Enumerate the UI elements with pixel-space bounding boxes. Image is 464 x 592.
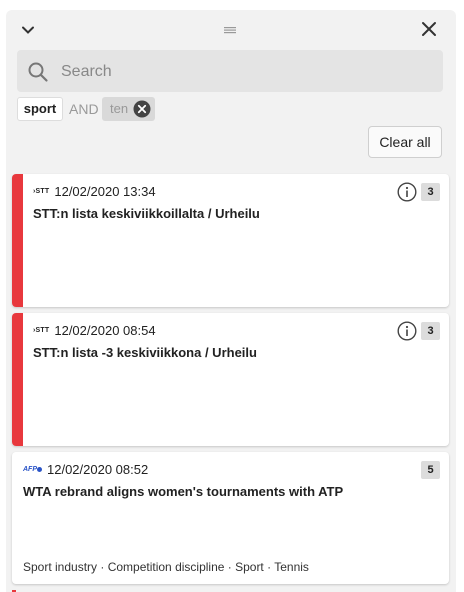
filter-operator: AND (69, 101, 99, 117)
news-title: STT:n lista -3 keskiviikkona / Urheilu (33, 345, 257, 360)
filter-chip-label: ten (110, 101, 129, 116)
filter-chip-sport[interactable]: sport (17, 97, 63, 121)
search-icon (28, 62, 48, 82)
monitoring-panel: sport AND ten Clear all ›STT 12/02/2020 1… (6, 10, 456, 592)
stt-logo: ›STT (33, 188, 50, 196)
close-icon[interactable] (420, 20, 438, 38)
search-box (17, 50, 443, 94)
news-date: 12/02/2020 08:52 (47, 462, 149, 478)
news-meta: ›STT 12/02/2020 13:34 (33, 183, 156, 199)
news-item[interactable]: AFP 12/02/2020 08:52 WTA rebrand aligns w… (12, 452, 449, 584)
version-count-badge: 5 (421, 461, 440, 479)
panel-header (6, 10, 456, 48)
urgency-stripe (12, 313, 23, 446)
clear-all-button[interactable]: Clear all (368, 126, 442, 158)
news-item[interactable]: ›STT 12/02/2020 08:54 STT:n lista -3 kesk… (12, 313, 449, 446)
news-subjects: Sport industry · Competition discipline … (23, 560, 309, 574)
news-title: STT:n lista keskiviikkoillalta / Urheilu (33, 206, 260, 221)
news-item[interactable]: ›STT 12/02/2020 13:34 STT:n lista keskivi… (12, 174, 449, 307)
version-count-badge: 3 (421, 322, 440, 340)
afp-logo: AFP (23, 466, 37, 474)
remove-filter-icon[interactable] (133, 100, 151, 118)
stt-logo: ›STT (33, 327, 50, 335)
news-meta: AFP 12/02/2020 08:52 (23, 461, 148, 477)
version-count-badge: 3 (421, 183, 440, 201)
news-date: 12/02/2020 08:54 (54, 323, 156, 339)
filter-chip-ten[interactable]: ten (102, 97, 155, 121)
search-input[interactable] (59, 50, 433, 94)
chevron-down-icon[interactable] (20, 22, 36, 38)
news-meta: ›STT 12/02/2020 08:54 (33, 322, 156, 338)
afp-logo-dot (37, 467, 42, 473)
urgency-stripe (12, 174, 23, 307)
info-icon[interactable] (397, 182, 417, 202)
drag-handle-icon[interactable] (223, 24, 237, 36)
info-icon[interactable] (397, 321, 417, 341)
news-title: WTA rebrand aligns women's tournaments w… (23, 484, 344, 499)
news-date: 12/02/2020 13:34 (54, 184, 156, 200)
